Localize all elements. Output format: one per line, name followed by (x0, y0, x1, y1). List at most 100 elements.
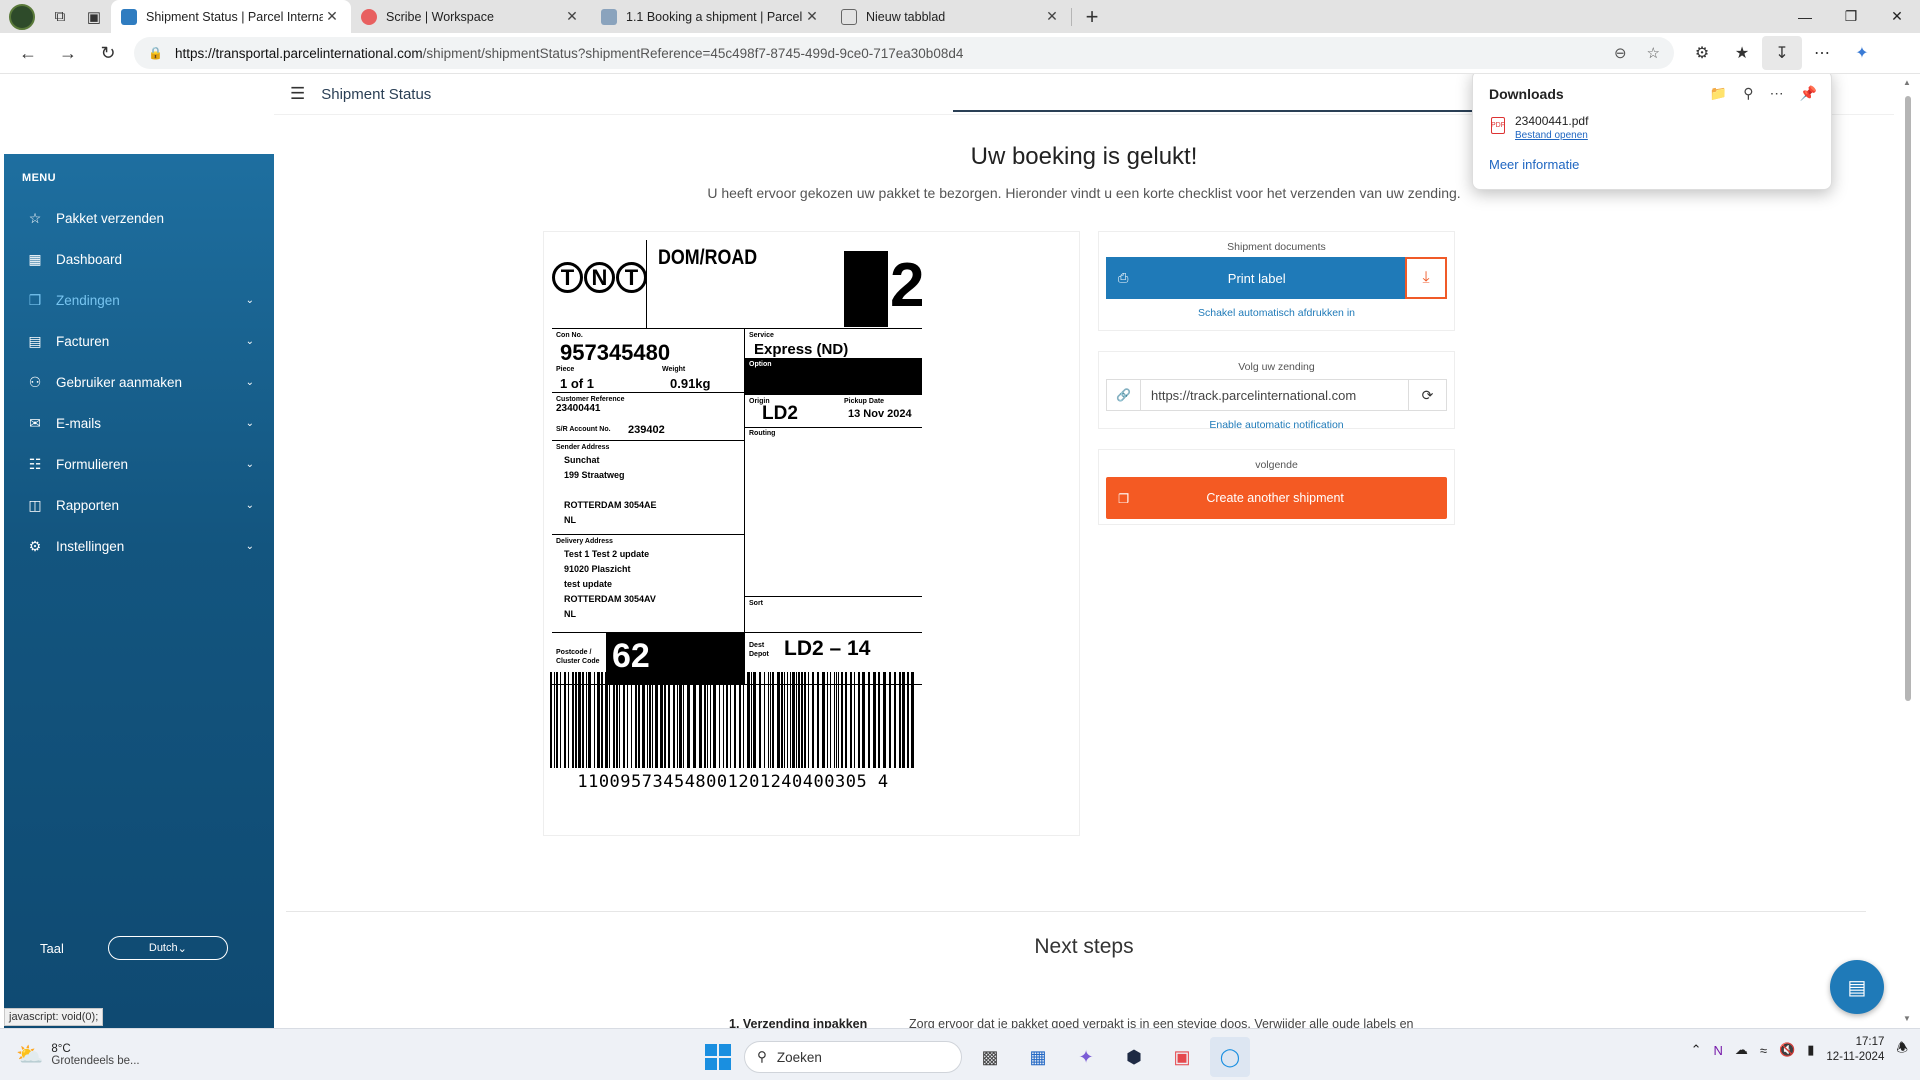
create-another-shipment-button[interactable]: ❐ Create another shipment (1106, 477, 1447, 519)
chevron-down-icon: ⌄ (245, 418, 254, 429)
label-service-caption: Service (749, 332, 774, 339)
store-icon[interactable]: ▦ (1018, 1037, 1058, 1077)
open-file-link[interactable]: Bestand openen (1515, 130, 1588, 141)
label-big-number: 2 (890, 251, 925, 320)
taskbar-search[interactable]: ⚲ Zoeken (744, 1041, 962, 1073)
scroll-up-icon[interactable]: ▲ (1903, 78, 1911, 87)
back-icon[interactable]: ← (8, 36, 48, 70)
share-icon[interactable]: ⟳ (1408, 380, 1446, 410)
wifi-icon[interactable]: ≈ (1760, 1043, 1767, 1058)
close-icon[interactable]: ✕ (323, 8, 341, 25)
file-explorer-icon[interactable]: ▩ (970, 1037, 1010, 1077)
minimize-icon[interactable]: — (1782, 0, 1828, 33)
download-item[interactable]: PDF 23400441.pdf Bestand openen (1473, 102, 1831, 141)
print-label-button[interactable]: ⎙ Print label (1106, 257, 1405, 299)
step-title: 1. Verzending inpakken (729, 1017, 868, 1028)
more-icon[interactable]: ⋯ (1770, 85, 1784, 102)
tab-actions-icon[interactable]: ▣ (77, 3, 111, 31)
search-icon[interactable]: ⚲ (1743, 85, 1753, 102)
scrollbar-thumb[interactable] (1905, 96, 1911, 701)
favorite-star-icon[interactable]: ☆ (1647, 44, 1660, 62)
package-icon: ❐ (1118, 491, 1130, 506)
restore-icon[interactable]: ❐ (1828, 0, 1874, 33)
label-delivery-address: Test 1 Test 2 update 91020 Plaszicht test … (564, 549, 656, 619)
barcode-number: 110095734548001201240400305 4 (577, 772, 889, 792)
track-url-input[interactable]: https://track.parcelinternational.com (1141, 380, 1408, 410)
new-tab-button[interactable]: + (1076, 3, 1108, 31)
close-icon[interactable]: ✕ (563, 8, 581, 25)
battery-icon[interactable]: ▮ (1807, 1042, 1814, 1058)
cloud-icon[interactable]: ☁ (1735, 1042, 1748, 1058)
copilot-icon[interactable]: ✦ (1842, 36, 1882, 70)
sidebar-item-rapporten[interactable]: ◫ Rapporten ⌄ (4, 485, 274, 526)
label-option-caption: Option (749, 361, 772, 368)
browser-tab-scribe[interactable]: Scribe | Workspace ✕ (351, 0, 591, 33)
sidebar-item-gebruiker-aanmaken[interactable]: ⚇ Gebruiker aanmaken ⌄ (4, 362, 274, 403)
chat-button[interactable]: ▤ (1830, 960, 1884, 1014)
edge-browser-icon[interactable]: ◯ (1210, 1037, 1250, 1077)
favorites-icon[interactable]: ★ (1722, 36, 1762, 70)
sidebar-item-facturen[interactable]: ▤ Facturen ⌄ (4, 321, 274, 362)
page-scrollbar[interactable]: ▲ ▼ (1900, 74, 1916, 1028)
downloads-icon[interactable]: ↧ (1762, 36, 1802, 70)
auto-print-link[interactable]: Schakel automatisch afdrukken in (1099, 299, 1454, 329)
forward-icon[interactable]: → (48, 36, 88, 70)
more-menu-icon[interactable]: ⋯ (1802, 36, 1842, 70)
sidebar-item-formulieren[interactable]: ☷ Formulieren ⌄ (4, 444, 274, 485)
notification-bell-icon[interactable]: 🕭 (1896, 1039, 1908, 1061)
section-divider (286, 911, 1866, 912)
pdf-file-icon: PDF (1491, 117, 1505, 134)
browser-tab-shipment-status[interactable]: Shipment Status | Parcel Internatio ✕ (111, 0, 351, 33)
dev-app-icon[interactable]: ⬢ (1114, 1037, 1154, 1077)
sidebar-item-pakket-verzenden[interactable]: ☆ Pakket verzenden (4, 198, 274, 239)
chevron-down-icon: ⌄ (245, 541, 254, 552)
download-label-button[interactable]: ⤓ (1405, 257, 1447, 299)
copilot-app-icon[interactable]: ✦ (1066, 1037, 1106, 1077)
close-icon[interactable]: ✕ (1043, 8, 1061, 25)
label-line (552, 440, 744, 441)
label-sender-caption: Sender Address (556, 444, 610, 451)
label-dest-caption: Dest Depot (749, 642, 769, 658)
sidebar-item-dashboard[interactable]: ▦ Dashboard (4, 239, 274, 280)
reload-icon[interactable]: ↻ (88, 36, 128, 70)
notification-link[interactable]: Enable automatic notification (1099, 411, 1454, 441)
lock-icon[interactable]: 🔒 (148, 46, 163, 60)
more-info-link[interactable]: Meer informatie (1473, 141, 1831, 172)
track-caption: Volg uw zending (1238, 361, 1315, 373)
system-tray: ⌃ N ☁ ≈ 🔇 ▮ 17:17 12-11-2024 🕭 (1691, 1035, 1908, 1065)
workspaces-icon[interactable]: ⧉ (43, 3, 77, 31)
volume-muted-icon[interactable]: 🔇 (1779, 1042, 1795, 1058)
address-bar[interactable]: 🔒 https://transportal.parcelinternationa… (134, 37, 1674, 69)
folder-icon[interactable]: 📁 (1710, 85, 1727, 102)
close-window-icon[interactable]: ✕ (1874, 0, 1920, 33)
chevron-down-icon: ⌄ (245, 377, 254, 388)
clock[interactable]: 17:17 12-11-2024 (1826, 1035, 1884, 1065)
browser-tab-new[interactable]: Nieuw tabblad ✕ (831, 0, 1071, 33)
pin-icon[interactable]: 📌 (1800, 85, 1817, 102)
window-controls: — ❐ ✕ (1782, 0, 1920, 33)
windows-start-icon[interactable] (700, 1039, 736, 1075)
label-delivery-caption: Delivery Address (556, 538, 613, 545)
close-icon[interactable]: ✕ (803, 8, 821, 25)
onenote-icon[interactable]: N (1714, 1043, 1723, 1058)
language-select[interactable]: Dutch ⌄ (107, 936, 228, 960)
hamburger-menu-icon[interactable]: ☰ (290, 84, 305, 104)
scribe-app-icon[interactable]: ▣ (1162, 1037, 1202, 1077)
chevron-up-icon[interactable]: ⌃ (1691, 1042, 1702, 1058)
extensions-icon[interactable]: ⚙ (1682, 36, 1722, 70)
invoice-icon: ▤ (28, 333, 42, 349)
sidebar-item-instellingen[interactable]: ⚙ Instellingen ⌄ (4, 526, 274, 567)
profile-avatar[interactable] (9, 3, 35, 30)
shipment-documents-card: Shipment documents ⎙ Print label ⤓ Schak… (1098, 231, 1455, 331)
label-sender-address: Sunchat 199 Straatweg ROTTERDAM 3054AE NL (564, 455, 657, 525)
shipping-label: TNT DOM/ROAD 2 Con No. 957345480 Piece 1… (552, 240, 932, 700)
zoom-icon[interactable]: ⊖ (1614, 44, 1627, 62)
label-account: 239402 (628, 424, 665, 436)
barcode (550, 672, 914, 768)
scroll-down-icon[interactable]: ▼ (1903, 1014, 1911, 1023)
weather-widget[interactable]: ⛅ 8°C Grotendeels be... (16, 1042, 216, 1068)
label-line (646, 240, 647, 328)
browser-tab-booking[interactable]: 1.1 Booking a shipment | Parcel In ✕ (591, 0, 831, 33)
sidebar-item-zendingen[interactable]: ❒ Zendingen ⌄ (4, 280, 274, 321)
sidebar-item-e-mails[interactable]: ✉ E-mails ⌄ (4, 403, 274, 444)
